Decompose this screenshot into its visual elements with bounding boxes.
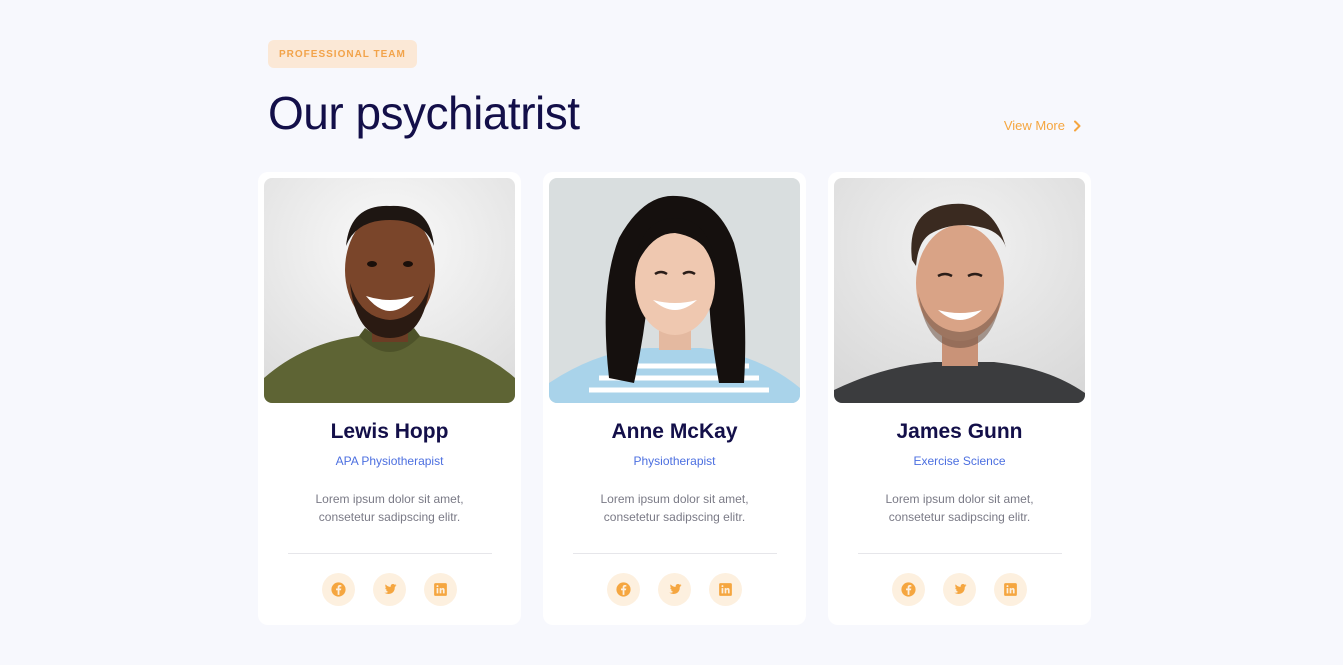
team-section: PROFESSIONAL TEAM Our psychiatrist View … [258, 40, 1091, 625]
twitter-button[interactable] [658, 573, 691, 606]
member-photo [264, 178, 515, 403]
member-name: Lewis Hopp [330, 420, 449, 443]
linkedin-icon [1004, 583, 1017, 596]
linkedin-button[interactable] [709, 573, 742, 606]
member-description: Lorem ipsum dolor sit amet, consetetur s… [885, 492, 1034, 524]
twitter-icon [954, 584, 967, 594]
facebook-button[interactable] [607, 573, 640, 606]
page-title: Our psychiatrist [268, 87, 580, 139]
member-photo [834, 178, 1085, 403]
team-card: Lewis Hopp APA Physiotherapist Lorem ips… [258, 172, 521, 625]
facebook-icon [331, 582, 346, 597]
facebook-icon [616, 582, 631, 597]
facebook-button[interactable] [892, 573, 925, 606]
twitter-button[interactable] [943, 573, 976, 606]
member-name: Anne McKay [611, 420, 738, 443]
member-role: Exercise Science [913, 454, 1006, 468]
card-divider [572, 553, 777, 554]
twitter-button[interactable] [373, 573, 406, 606]
facebook-icon [901, 582, 916, 597]
view-more-label: View More [1003, 118, 1065, 133]
chevron-right-icon [1074, 120, 1081, 131]
card-divider [857, 553, 1062, 554]
linkedin-icon [719, 583, 732, 596]
member-role: Physiotherapist [633, 454, 716, 468]
twitter-icon [669, 584, 682, 594]
member-name: James Gunn [896, 420, 1023, 443]
social-links [549, 573, 800, 606]
twitter-icon [384, 584, 397, 594]
view-more-link[interactable]: View More [1004, 118, 1083, 133]
facebook-button[interactable] [322, 573, 355, 606]
member-photo [549, 178, 800, 403]
team-card: Anne McKay Physiotherapist Lorem ipsum d… [543, 172, 806, 625]
team-card: James Gunn Exercise Science Lorem ipsum … [828, 172, 1091, 625]
member-description: Lorem ipsum dolor sit amet, consetetur s… [600, 492, 749, 524]
card-divider [287, 553, 492, 554]
member-description: Lorem ipsum dolor sit amet, consetetur s… [315, 492, 464, 524]
linkedin-button[interactable] [994, 573, 1027, 606]
social-links [834, 573, 1085, 606]
member-role: APA Physiotherapist [335, 454, 444, 468]
social-links [264, 573, 515, 606]
team-cards: Lewis Hopp APA Physiotherapist Lorem ips… [258, 172, 1091, 625]
section-badge: PROFESSIONAL TEAM [268, 40, 417, 68]
linkedin-icon [434, 583, 447, 596]
linkedin-button[interactable] [424, 573, 457, 606]
